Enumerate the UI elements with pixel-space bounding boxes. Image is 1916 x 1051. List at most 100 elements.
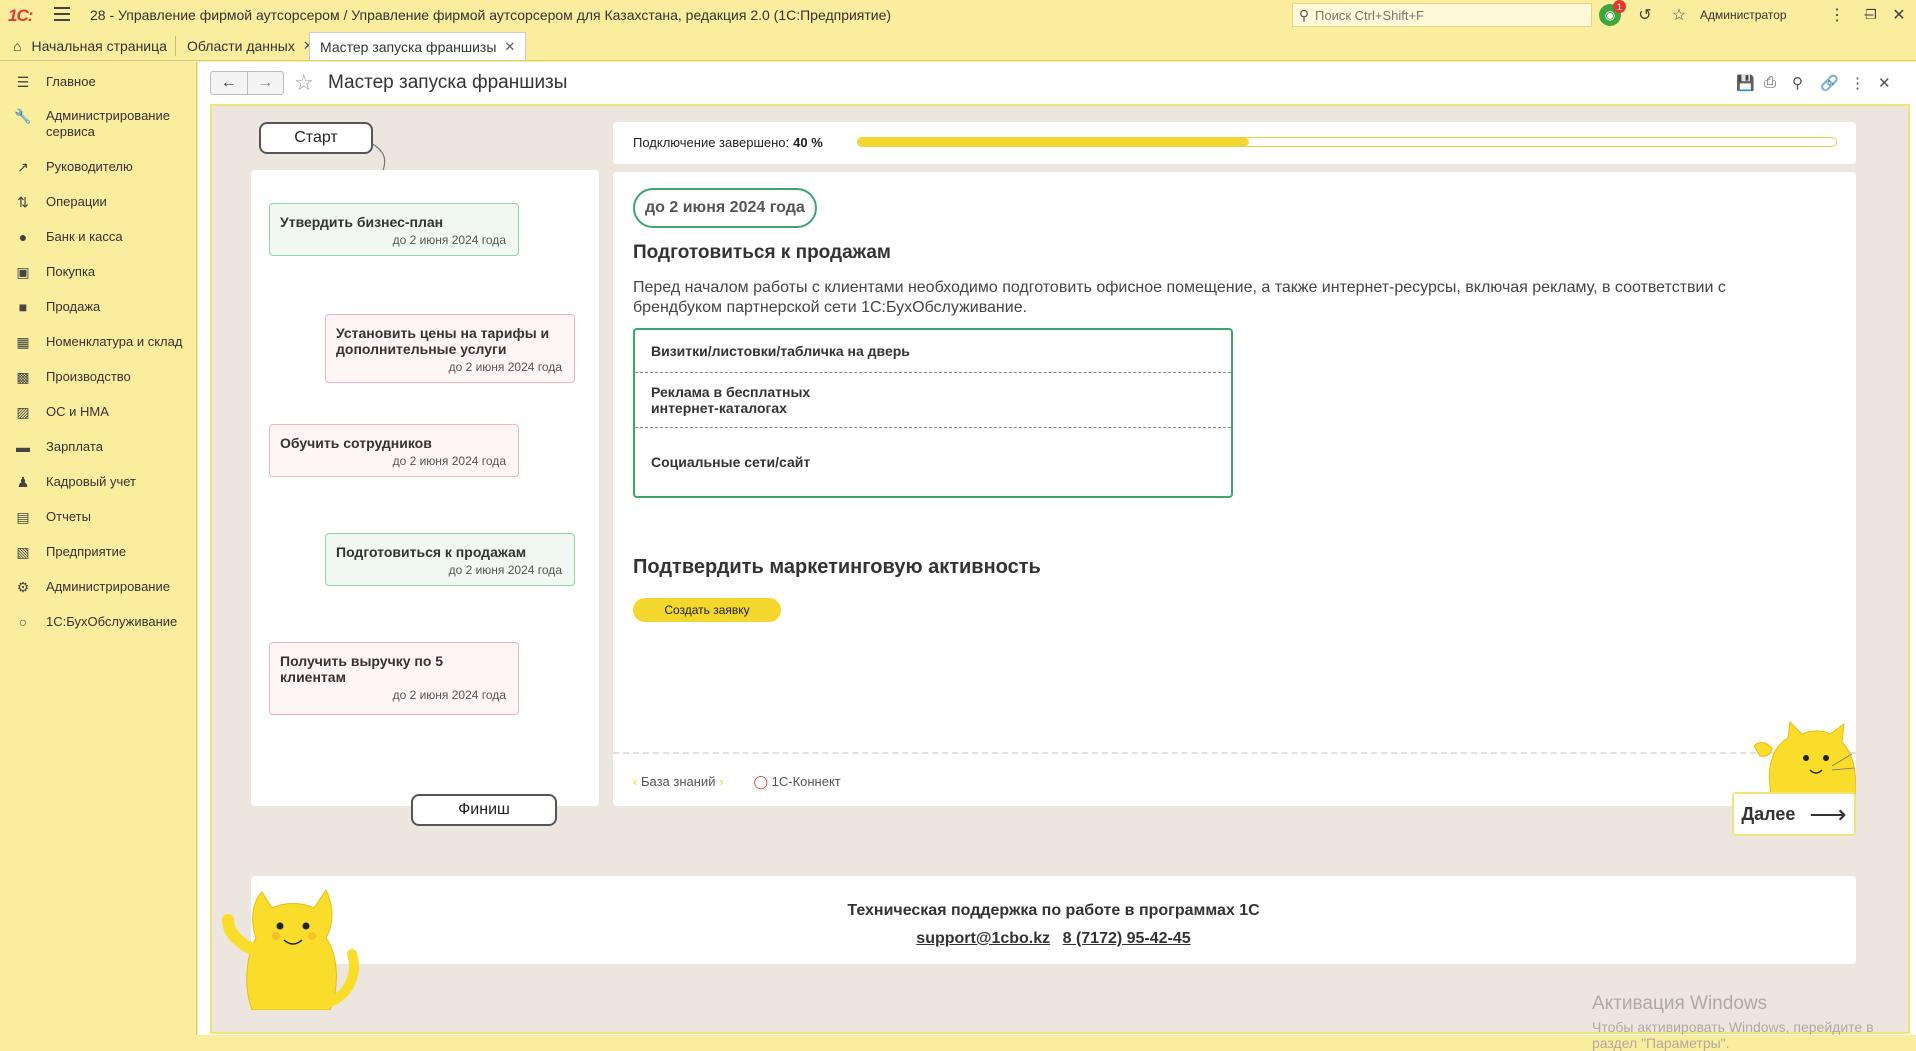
support-contacts: support@1cbo.kz 8 (7172) 95-42-45 — [251, 930, 1856, 948]
step-title: Подготовиться к продажам — [633, 242, 891, 263]
close-icon[interactable]: ✕ — [1878, 74, 1891, 92]
sidebar-item-sales[interactable]: ■ Продажа — [0, 299, 197, 315]
footer-links: ‹ База знаний › ◯ 1С-Коннект — [633, 774, 841, 790]
home-icon: ⌂ — [13, 38, 22, 54]
create-request-button[interactable]: Создать заявку — [633, 598, 781, 622]
tab-label: Начальная страница — [31, 38, 167, 54]
flow-step-prices[interactable]: Установить цены на тарифы и дополнительн… — [325, 314, 575, 383]
sidebar-item-service-admin[interactable]: 🔧 Администрирование сервиса — [0, 108, 197, 140]
wrench-icon: 🔧 — [14, 108, 32, 124]
grid-icon: ▦ — [16, 334, 30, 350]
title-bar: 1С: 28 - Управление фирмой аутсорсером /… — [0, 0, 1916, 30]
progress-label: Подключение завершено: 40 % — [633, 135, 823, 150]
sidebar-item-bank[interactable]: ● Банк и касса — [0, 229, 197, 245]
sidebar-item-hr[interactable]: ♟ Кадровый учет — [0, 474, 197, 491]
chevron-right-icon: › — [719, 774, 724, 789]
sidebar-item-manager[interactable]: ↗ Руководителю — [0, 159, 197, 176]
sidebar-item-payroll[interactable]: ▬ Зарплата — [0, 439, 197, 455]
link-icon[interactable]: 🔗 — [1820, 74, 1839, 92]
task-item-free-catalogs[interactable]: Реклама в бесплатных интернет-каталогах — [635, 373, 895, 427]
tab-home[interactable]: ⌂ Начальная страница — [2, 32, 178, 60]
window-close-icon[interactable]: ✕ — [1888, 4, 1910, 26]
cat-mascot-waving-icon — [222, 889, 359, 1010]
chat-bubble-icon: ◯ — [753, 774, 768, 789]
nav-buttons: ← → — [210, 71, 284, 95]
sidebar-item-admin[interactable]: ⚙ Администрирование — [0, 579, 197, 596]
task-item-business-cards[interactable]: Визитки/листовки/табличка на дверь — [635, 330, 1231, 372]
truck-icon: ▨ — [16, 404, 30, 420]
menu-icon: ☰ — [16, 74, 30, 90]
sidebar: ☰ Главное 🔧 Администрирование сервиса ↗ Рук… — [0, 62, 197, 1035]
step-description: Перед началом работы с клиентами необход… — [633, 279, 1726, 316]
trend-icon: ↗ — [17, 159, 29, 175]
support-title: Техническая поддержка по работе в програ… — [847, 902, 1260, 919]
notifications-bell-icon[interactable]: ◉ 1 — [1599, 0, 1626, 26]
form-toolbar: ← → ☆ Мастер запуска франшизы 💾 ⎙ ⚲ 🔗 ⋮ … — [198, 62, 1916, 106]
chart-icon: ▤ — [16, 509, 30, 525]
tab-label: Мастер запуска франшизы — [320, 38, 497, 55]
tab-close-icon[interactable]: ✕ — [504, 39, 515, 55]
preview-icon[interactable]: ⚲ — [1792, 74, 1803, 92]
coin-icon: ● — [18, 229, 28, 245]
main-menu-icon[interactable] — [54, 7, 70, 21]
sidebar-item-reports[interactable]: ▤ Отчеты — [0, 509, 197, 526]
main-area: ← → ☆ Мастер запуска франшизы 💾 ⎙ ⚲ 🔗 ⋮ … — [198, 62, 1916, 1051]
bag-icon: ■ — [18, 299, 28, 315]
people-icon: ♟ — [16, 474, 30, 490]
knowledge-base-link[interactable]: ‹ База знаний › — [633, 774, 723, 790]
wallet-icon: ▬ — [16, 439, 30, 455]
window-restore-icon[interactable]: ❐ — [1860, 4, 1882, 26]
sidebar-item-inventory[interactable]: ▦ Номенклатура и склад — [0, 334, 197, 351]
forward-arrow-icon[interactable]: → — [246, 72, 284, 94]
building-icon: ▧ — [16, 544, 30, 560]
flow-step-revenue[interactable]: Получить выручку по 5 клиентам до 2 июня… — [269, 642, 519, 715]
support-email-link[interactable]: support@1cbo.kz — [916, 930, 1050, 947]
window-title: 28 - Управление фирмой аутсорсером / Упр… — [90, 7, 892, 23]
sidebar-item-fixed-assets[interactable]: ▨ ОС и НМА — [0, 404, 197, 421]
operations-icon: ⇅ — [17, 194, 29, 210]
connect-link[interactable]: ◯ 1С-Коннект — [753, 774, 840, 790]
next-button[interactable]: Далее ⟶ — [1732, 792, 1856, 836]
marketing-section-title: Подтвердить маркетинговую активность — [633, 556, 1041, 578]
step-content-panel: до 2 июня 2024 года Подготовиться к прод… — [613, 172, 1856, 806]
favorites-star-icon[interactable]: ☆ — [1668, 4, 1690, 26]
sidebar-item-enterprise[interactable]: ▧ Предприятие — [0, 544, 197, 561]
flow-step-training[interactable]: Обучить сотрудников до 2 июня 2024 года — [269, 424, 519, 477]
arrow-right-icon: ⟶ — [1809, 798, 1847, 829]
current-user[interactable]: Администратор — [1700, 8, 1787, 22]
task-item-social-site[interactable]: Социальные сети/сайт — [635, 428, 1231, 496]
app-logo: 1С: — [8, 6, 33, 25]
support-panel: Техническая поддержка по работе в програ… — [251, 876, 1856, 964]
gear-icon: ⚙ — [16, 579, 30, 595]
tab-label: Области данных — [187, 38, 295, 54]
sidebar-item-buhobsluzhivanie[interactable]: ○ 1С:БухОбслуживание — [0, 614, 197, 630]
support-phone-link[interactable]: 8 (7172) 95-42-45 — [1063, 930, 1191, 947]
save-icon[interactable]: 💾 — [1736, 74, 1755, 92]
factory-icon: ▩ — [16, 369, 30, 385]
cat-mascot-peek-icon — [1753, 720, 1856, 798]
task-list: Визитки/листовки/табличка на дверь Рекла… — [633, 328, 1233, 498]
more-icon[interactable]: ⋮ — [1850, 74, 1865, 92]
cart-icon: ▣ — [16, 264, 30, 280]
flow-finish: Финиш — [411, 794, 557, 826]
window-more-icon[interactable]: ⋮ — [1826, 4, 1848, 26]
sidebar-item-purchase[interactable]: ▣ Покупка — [0, 264, 197, 281]
back-arrow-icon[interactable]: ← — [211, 72, 247, 94]
print-icon[interactable]: ⎙ — [1764, 74, 1776, 91]
flow-step-sales-prep[interactable]: Подготовиться к продажам до 2 июня 2024 … — [325, 533, 575, 586]
sidebar-item-production[interactable]: ▩ Производство — [0, 369, 197, 386]
sidebar-item-main[interactable]: ☰ Главное — [0, 74, 197, 91]
tab-data-areas[interactable]: Области данных ✕ — [176, 32, 325, 60]
search-input[interactable] — [1315, 7, 1585, 23]
sidebar-item-operations[interactable]: ⇅ Операции — [0, 194, 197, 211]
favorite-star-icon[interactable]: ☆ — [294, 70, 314, 96]
tab-franchise-wizard[interactable]: Мастер запуска франшизы ✕ — [309, 32, 527, 60]
wizard-area: Старт Утвердить бизнес-план до 2 июня 20… — [210, 104, 1910, 1051]
search-box[interactable]: ⚲ — [1292, 3, 1592, 27]
progress-value: 40 % — [793, 135, 823, 150]
search-icon: ⚲ — [1298, 6, 1310, 23]
progress-panel: Подключение завершено: 40 % — [613, 122, 1856, 164]
flow-step-business-plan[interactable]: Утвердить бизнес-план до 2 июня 2024 год… — [269, 203, 519, 256]
progress-bar-fill — [858, 138, 1250, 146]
history-icon[interactable]: ↺ — [1634, 4, 1656, 26]
